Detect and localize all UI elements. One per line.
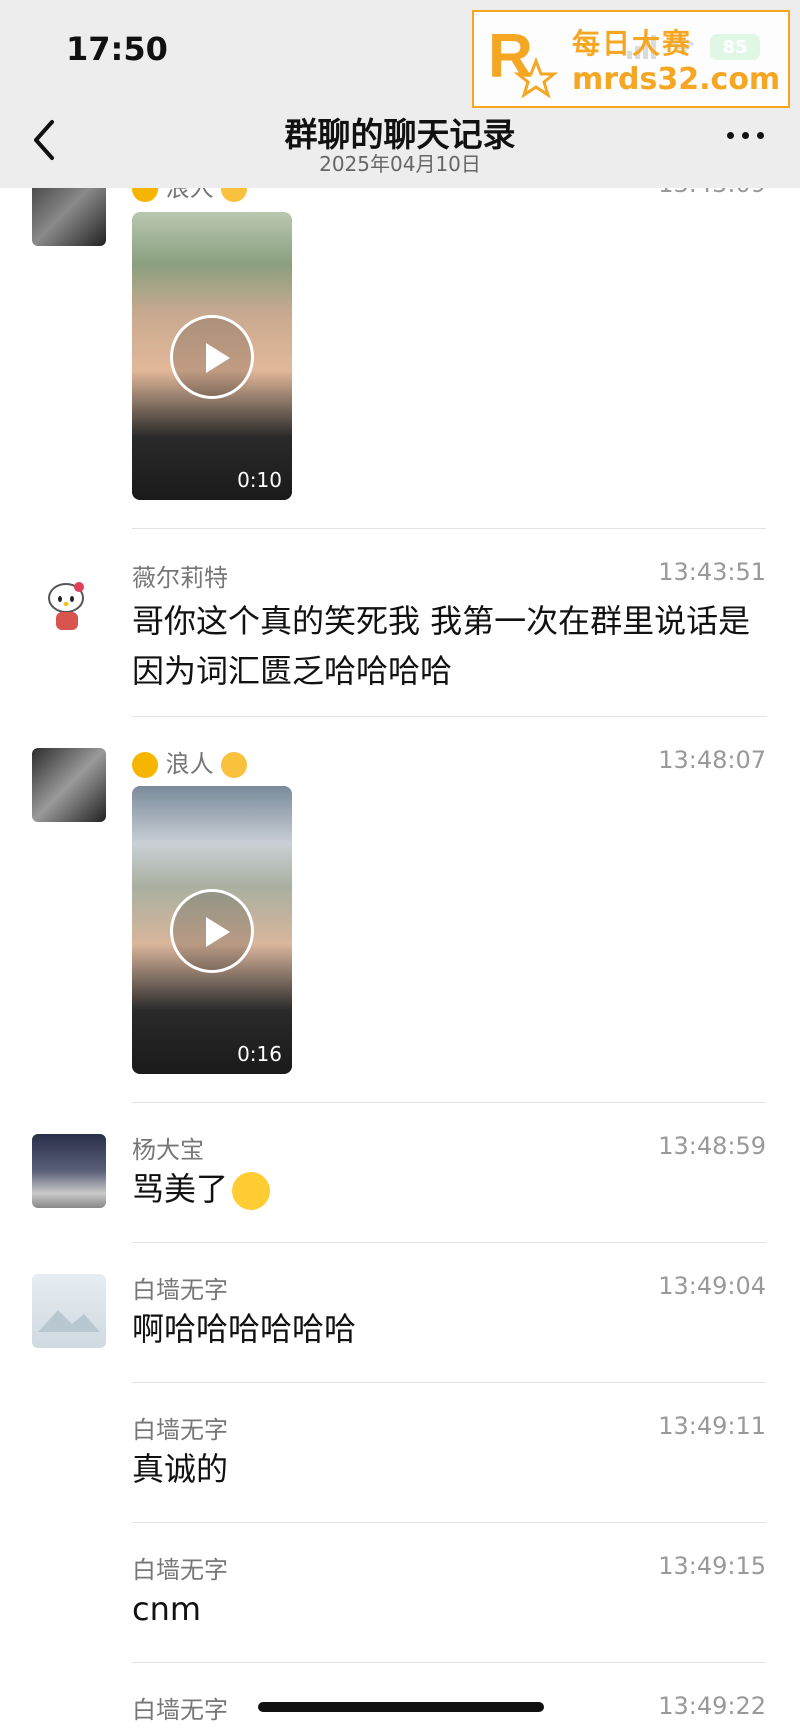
- watermark-url: mrds32.com: [572, 61, 781, 97]
- smiley-emoji-icon: [221, 752, 248, 778]
- divider: [132, 1382, 766, 1383]
- sender-name: 白墙无字: [132, 1416, 228, 1444]
- page-date: 2025年04月10日: [319, 152, 481, 176]
- message-time: 13:49:04: [658, 1272, 766, 1300]
- divider: [132, 528, 766, 529]
- message-time: 13:48:59: [658, 1132, 766, 1160]
- message-text: cnm: [132, 1590, 202, 1628]
- message-time: 13:49:22: [658, 1692, 766, 1720]
- divider: [132, 1522, 766, 1523]
- message-time: 13:49:11: [658, 1412, 766, 1440]
- sender-name: 杨大宝: [132, 1136, 204, 1164]
- message-time: 13:49:15: [658, 1552, 766, 1580]
- divider: [132, 716, 766, 717]
- video-message[interactable]: 0:10: [132, 212, 292, 500]
- home-indicator[interactable]: [258, 1702, 544, 1712]
- status-time: 17:50: [66, 30, 168, 68]
- message-time: 13:48:07: [658, 746, 766, 774]
- message-time: 13:43:51: [658, 558, 766, 586]
- more-options-icon[interactable]: [727, 132, 764, 139]
- avatar[interactable]: [32, 1134, 106, 1208]
- play-icon: [170, 889, 254, 973]
- sender-name: 白墙无字: [132, 1276, 228, 1304]
- avatar[interactable]: [32, 1274, 106, 1348]
- message-text: 哥你这个真的笑死我 我第一次在群里说话是因为词汇匮乏哈哈哈哈: [132, 602, 751, 690]
- watermark-name: 每日大赛: [572, 26, 693, 60]
- avatar[interactable]: [32, 748, 106, 822]
- divider: [132, 1662, 766, 1663]
- divider: [132, 1102, 766, 1103]
- play-icon: [170, 315, 254, 399]
- chat-history-screen: 17:50 85 群聊的聊天记录 2025年04月10日 R 每日: [0, 0, 800, 1733]
- divider: [132, 1242, 766, 1243]
- video-message[interactable]: 0:16: [132, 786, 292, 1074]
- message-text: 骂美了: [132, 1164, 762, 1214]
- avatar[interactable]: [32, 568, 106, 642]
- sender-name: 薇尔莉特: [132, 564, 228, 592]
- message-text: 啊哈哈哈哈哈哈: [132, 1310, 357, 1348]
- video-duration: 0:16: [237, 1042, 282, 1066]
- video-duration: 0:10: [237, 468, 282, 492]
- sun-emoji-icon: [132, 752, 158, 778]
- message-text: 真诚的: [132, 1450, 229, 1488]
- relieved-emoji-icon: [232, 1172, 271, 1210]
- watermark: R 每日大赛 mrds32.com: [472, 10, 790, 108]
- sender-name: 白墙无字: [132, 1556, 228, 1584]
- watermark-logo: R: [488, 22, 559, 99]
- sender-name: 浪人: [132, 744, 248, 779]
- sender-name: 白墙无字: [132, 1696, 228, 1724]
